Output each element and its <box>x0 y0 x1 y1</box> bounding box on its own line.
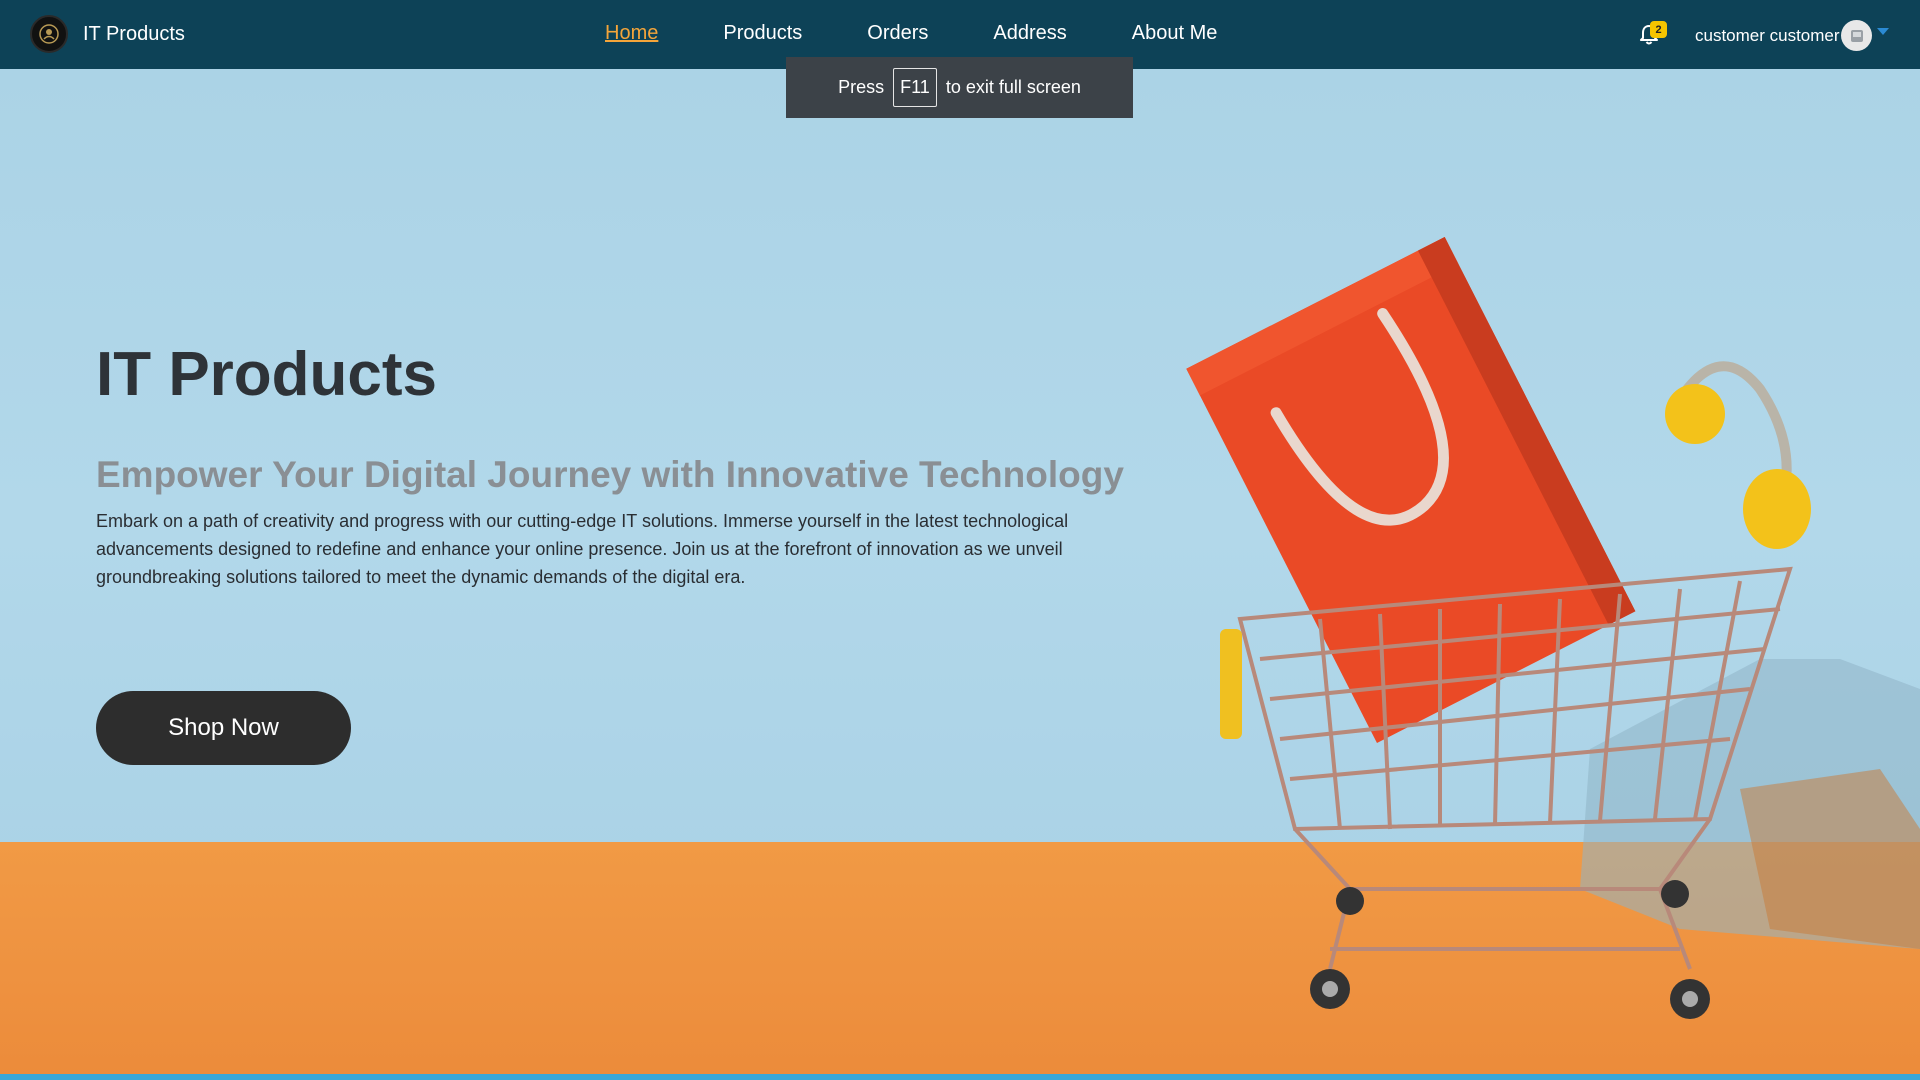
logo-icon <box>30 15 68 53</box>
user-name[interactable]: customer customer <box>1695 26 1840 46</box>
hero-description: Embark on a path of creativity and progr… <box>96 511 1069 587</box>
brand-name: IT Products <box>83 22 185 45</box>
nav-products-link[interactable]: Products <box>723 22 802 45</box>
fullscreen-exit-toast: Press F11 to exit full screen <box>786 57 1133 118</box>
hero-title: IT Products <box>96 340 438 409</box>
shopping-cart-illustration <box>1186 237 1920 1019</box>
toast-text-after: to exit full screen <box>945 77 1081 97</box>
chevron-down-icon[interactable] <box>1877 28 1889 35</box>
toast-key: F11 <box>893 68 937 107</box>
bottom-edge <box>0 1074 1920 1080</box>
nav-orders-link[interactable]: Orders <box>867 22 928 45</box>
nav-about-me-link[interactable]: About Me <box>1132 22 1218 45</box>
toast-text-before: Press <box>838 77 885 97</box>
nav-home-link[interactable]: Home <box>605 22 658 45</box>
nav-address-link[interactable]: Address <box>993 22 1066 45</box>
user-avatar-icon <box>1850 29 1863 42</box>
avatar[interactable] <box>1841 20 1872 51</box>
notification-badge: 2 <box>1650 21 1667 38</box>
hero-section: IT Products Empower Your Digital Journey… <box>0 69 1920 1080</box>
shop-now-button[interactable]: Shop Now <box>96 691 351 765</box>
hero-subtitle: Empower Your Digital Journey with Innova… <box>96 454 1124 495</box>
brand[interactable]: IT Products <box>30 15 185 53</box>
nav-links: Home Products Orders Address About Me <box>605 22 1217 45</box>
